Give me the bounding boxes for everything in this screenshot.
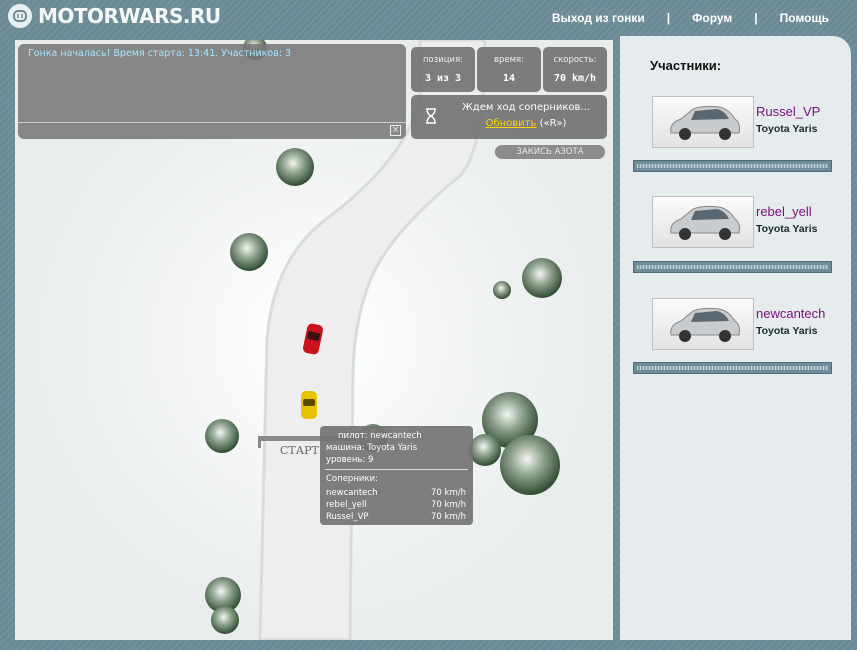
participant-progress-bar [633,261,832,273]
nav-exit-race[interactable]: Выход из гонки [552,11,645,25]
speed-value: 70 km/h [553,73,597,84]
message-panel: Гонка началась! Время старта: 13:41. Уча… [18,44,406,139]
rival-name: newcantech [326,488,378,498]
rival-speed: 70 km/h [431,512,466,522]
player-info-tooltip: пилот: newcantech машина: Toyota Yaris у… [320,426,473,525]
race-status-message: Гонка началась! Время старта: 13:41. Уча… [28,48,292,59]
logo[interactable]: MOTORWARS.RU [8,4,221,28]
close-icon[interactable]: × [390,125,401,136]
speed-stat: скорость: 70 km/h [543,47,607,92]
logo-text: MOTORWARS.RU [38,4,221,28]
divider [18,122,406,123]
refresh-hotkey: («R») [539,118,567,129]
time-stat: время: 14 [477,47,541,92]
rival-speed: 70 km/h [431,488,466,498]
participants-title: Участники: [650,58,722,73]
car-thumbnail [652,96,754,148]
header: MOTORWARS.RU Выход из гонки | Форум | По… [0,0,857,36]
participant-car: Toyota Yaris [756,223,818,235]
participant-card[interactable]: rebel_yell Toyota Yaris [652,196,832,256]
yellow-car [301,391,317,419]
position-label: позиция: [422,55,464,65]
participant-car: Toyota Yaris [756,325,818,337]
nav-forum[interactable]: Форум [692,11,732,25]
participant-name[interactable]: newcantech [756,306,825,321]
rival-name: rebel_yell [326,500,367,510]
participant-card[interactable]: newcantech Toyota Yaris [652,298,832,358]
pilot-info: пилот: newcantech [338,431,422,441]
waiting-text: Ждем ход соперников... [462,102,590,113]
rivals-title: Соперники: [326,474,378,484]
hourglass-icon [425,108,437,128]
participant-progress-bar [633,160,832,172]
car-thumbnail [652,298,754,350]
divider [325,469,468,470]
participants-sidebar: Участники: Russel_VP Toyota Yaris rebel_… [620,36,851,640]
participant-name[interactable]: rebel_yell [756,204,812,219]
car-info: машина: Toyota Yaris [326,443,418,453]
position-stat: позиция: 3 из 3 [411,47,475,92]
nitro-button[interactable]: ЗАКИСЬ АЗОТА [495,145,605,159]
refresh-link[interactable]: Обновить [486,118,537,129]
logo-icon [8,4,32,28]
time-label: время: [493,55,525,65]
top-nav: Выход из гонки | Форум | Помощь [552,11,829,25]
time-value: 14 [502,73,516,84]
refresh-row: Обновить («R») [451,118,601,129]
position-value: 3 из 3 [424,73,462,84]
nav-help[interactable]: Помощь [780,11,829,25]
waiting-panel: Ждем ход соперников... Обновить («R») [411,95,607,139]
participant-name[interactable]: Russel_VP [756,104,820,119]
nav-separator: | [666,11,671,25]
rival-row: rebel_yell 70 km/h [326,500,466,510]
rival-speed: 70 km/h [431,500,466,510]
participant-progress-bar [633,362,832,374]
rival-row: newcantech 70 km/h [326,488,466,498]
rival-row: Russel_VP 70 km/h [326,512,466,522]
participant-car: Toyota Yaris [756,123,818,135]
participant-card[interactable]: Russel_VP Toyota Yaris [652,96,832,156]
car-thumbnail [652,196,754,248]
nav-separator: | [754,11,758,25]
start-label: СТАРТ [280,444,319,457]
speed-label: скорость: [553,55,597,65]
rival-name: Russel_VP [326,512,369,522]
level-info: уровень: 9 [326,455,374,465]
